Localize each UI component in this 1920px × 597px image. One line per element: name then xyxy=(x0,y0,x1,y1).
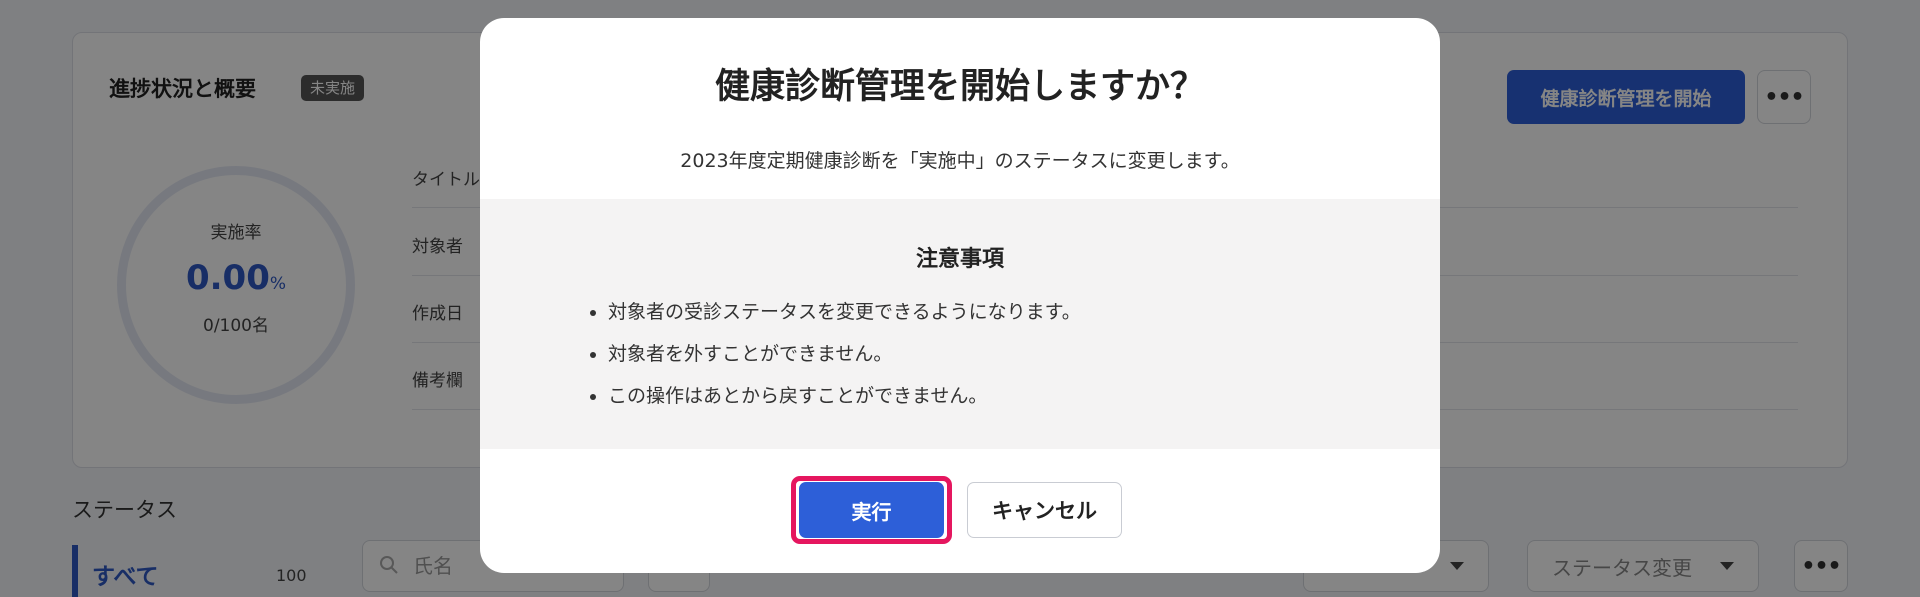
notes-list-item: 対象者の受診ステータスを変更できるようになります。 xyxy=(588,291,1081,333)
notes-list: 対象者の受診ステータスを変更できるようになります。 対象者を外すことができません… xyxy=(588,291,1081,417)
notes-list-item: 対象者を外すことができません。 xyxy=(588,333,1081,375)
notes-title: 注意事項 xyxy=(915,247,1004,272)
dialog-title: 健康診断管理を開始しますか？ xyxy=(714,67,1205,107)
confirm-dialog: 健康診断管理を開始しますか？ 2023年度定期健康診断を「実施中」のステータスに… xyxy=(480,18,1440,573)
notes-panel: 注意事項 対象者の受診ステータスを変更できるようになります。 対象者を外すことが… xyxy=(480,199,1440,449)
execute-button[interactable]: 実行 xyxy=(799,482,944,538)
notes-list-item: この操作はあとから戻すことができません。 xyxy=(588,375,1081,417)
cancel-button[interactable]: キャンセル xyxy=(967,482,1122,538)
dialog-message: 2023年度定期健康診断を「実施中」のステータスに変更します。 xyxy=(680,150,1240,172)
